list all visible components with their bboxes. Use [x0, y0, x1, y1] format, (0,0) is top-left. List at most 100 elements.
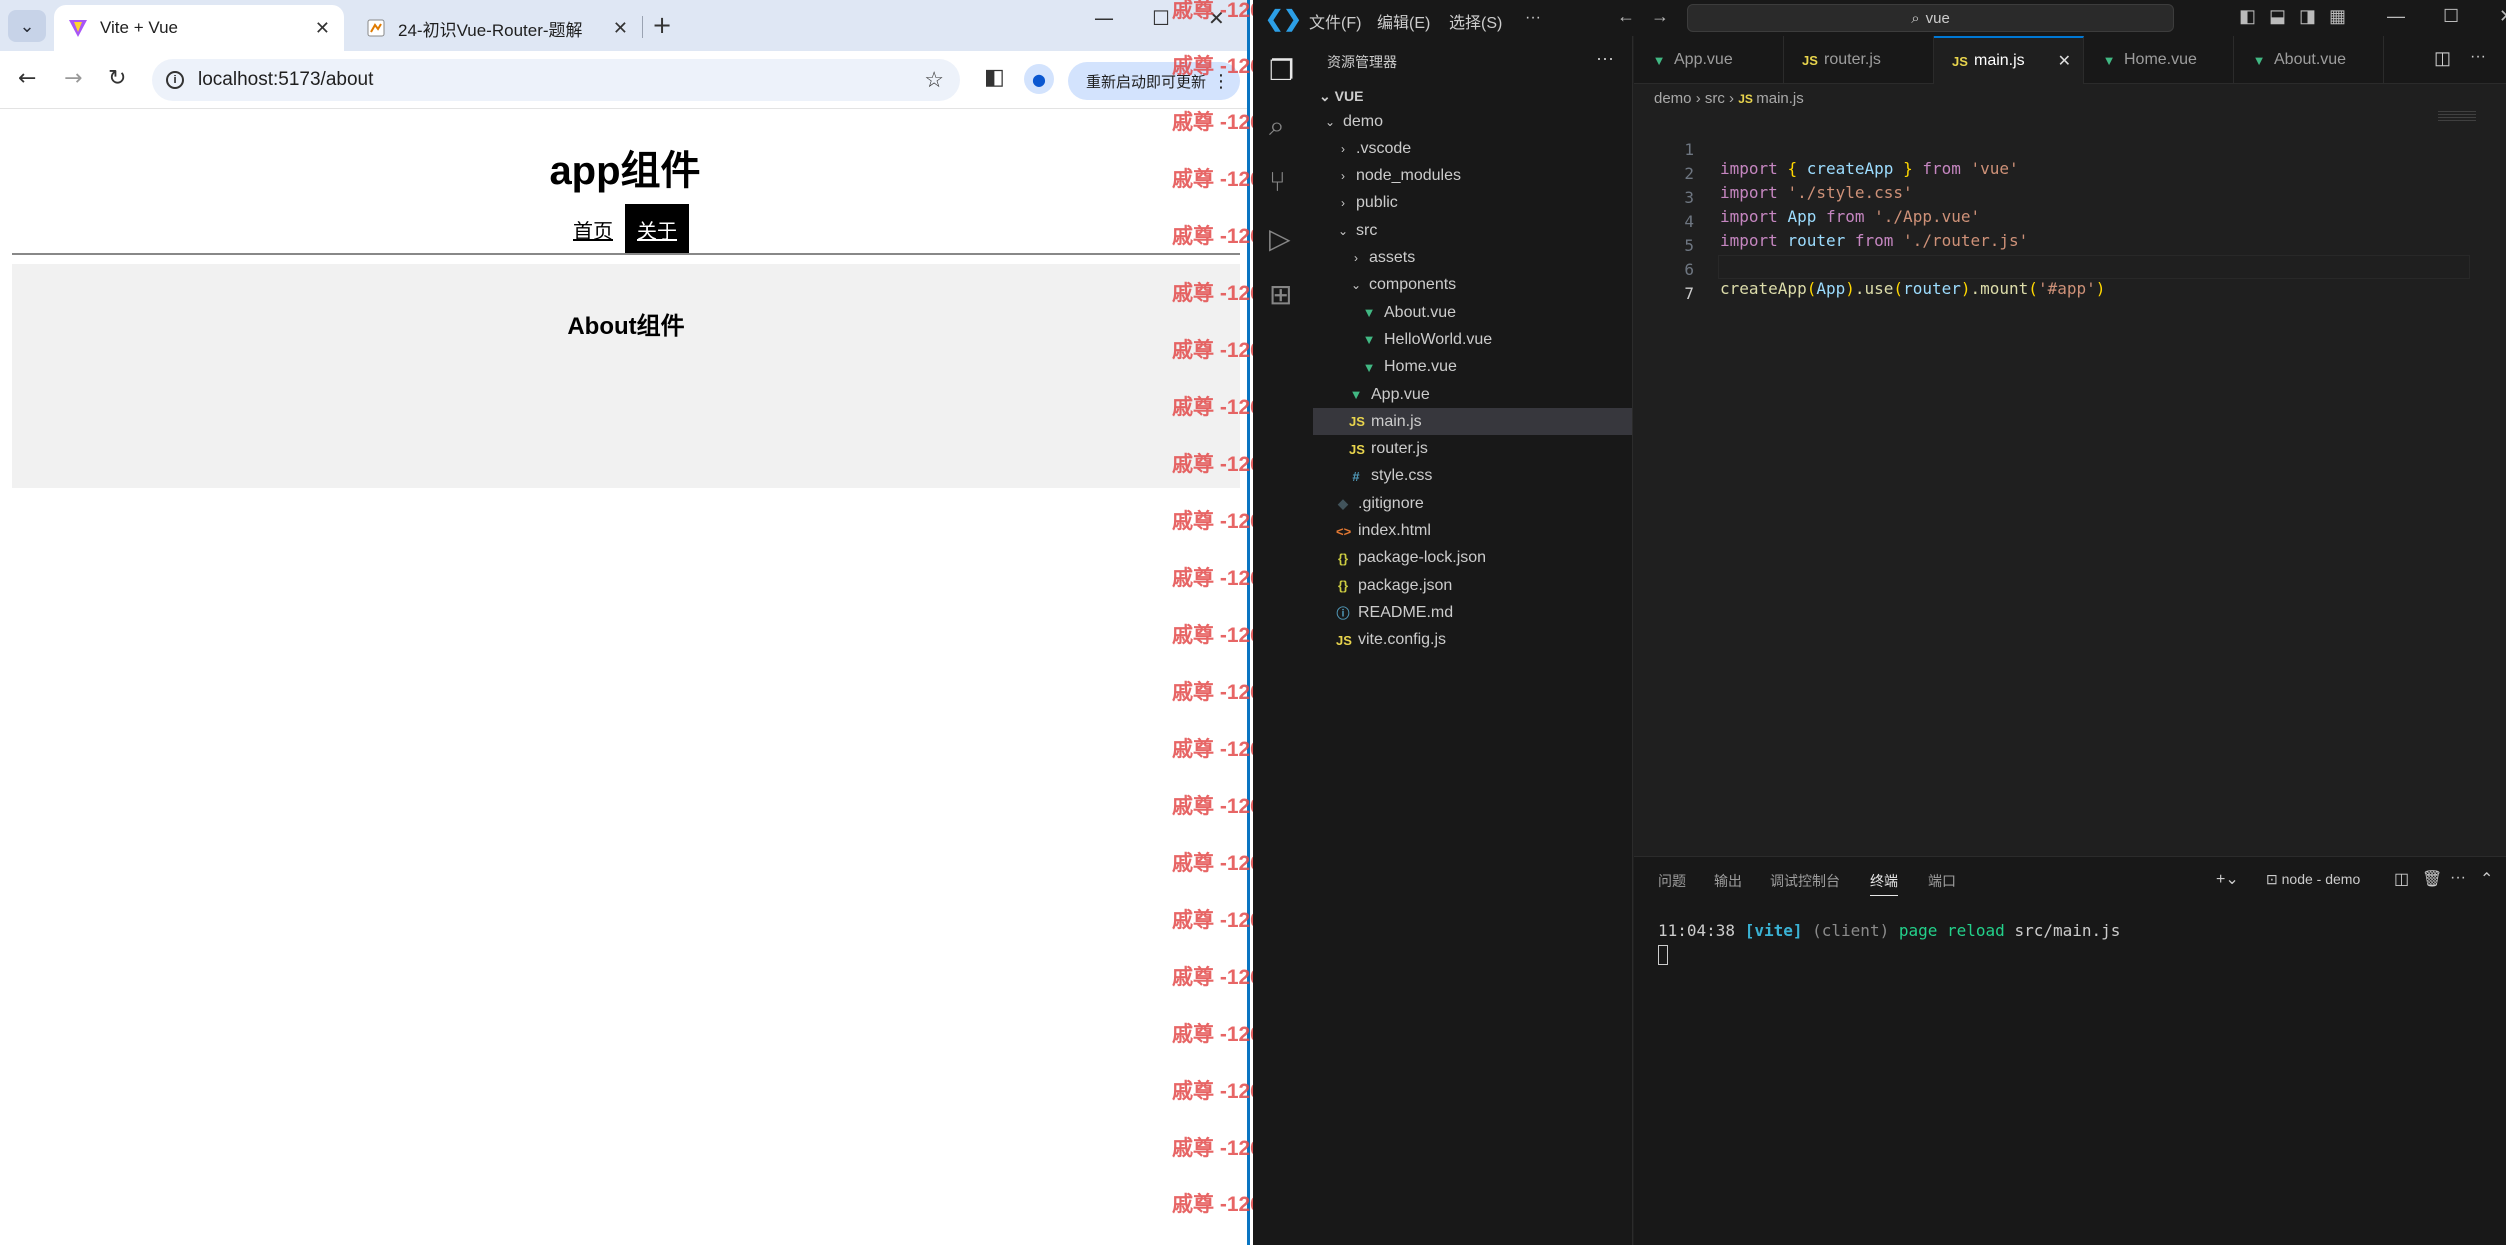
close-tab-icon[interactable]: ✕ [315, 18, 330, 39]
tree-item-public[interactable]: › public [1313, 190, 1632, 217]
tree-item-index-html[interactable]: <> index.html [1313, 518, 1632, 545]
bookmark-star-icon[interactable]: ☆ [924, 67, 944, 93]
side-panel-icon[interactable]: ◧ [984, 65, 1005, 90]
minimize-icon[interactable]: — [1094, 6, 1114, 30]
tree-item-demo[interactable]: ⌄ demo [1313, 108, 1632, 135]
tab-search-button[interactable]: ⌄ [8, 10, 46, 42]
tree-item-app-vue[interactable]: ▼ App.vue [1313, 381, 1632, 408]
url-text: localhost:5173/about [198, 69, 374, 90]
back-icon[interactable]: ← [18, 66, 36, 91]
vue-file-icon: ▼ [1362, 305, 1376, 321]
site-info-icon[interactable]: i [166, 71, 184, 89]
tab-vue-router[interactable]: 24-初识Vue-Router-题解 ✕ [352, 5, 642, 51]
close-tab-icon[interactable]: ✕ [2058, 51, 2071, 71]
maximize-icon[interactable]: ☐ [1152, 6, 1170, 30]
customize-layout-icon[interactable]: ▦ [2329, 6, 2346, 27]
tree-item-vscode[interactable]: › .vscode [1313, 135, 1632, 162]
bottom-panel: 问题 输出 调试控制台 终端 端口 +⌄ ⊡ node - demo ◫ 🗑 ·… [1634, 856, 2506, 1245]
more-actions-icon[interactable]: ··· [1596, 48, 1614, 69]
more-actions-icon[interactable]: ··· [2450, 869, 2466, 887]
vite-icon [69, 20, 87, 37]
menu-edit[interactable]: 编辑(E) [1377, 9, 1430, 33]
panel-tab-terminal[interactable]: 终端 [1870, 871, 1898, 896]
tree-item-src[interactable]: ⌄ src [1313, 217, 1632, 244]
menu-file[interactable]: 文件(F) [1309, 9, 1361, 33]
chevron-right-icon: › [1341, 141, 1345, 156]
run-debug-icon[interactable]: ▷ [1269, 222, 1291, 255]
tree-item-label: About.vue [1384, 303, 1457, 321]
maximize-icon[interactable]: ☐ [2443, 6, 2459, 27]
kill-terminal-icon[interactable]: 🗑 [2422, 869, 2442, 889]
breadcrumb-item[interactable]: src [1705, 90, 1725, 107]
minimize-icon[interactable]: — [2387, 6, 2405, 27]
toggle-sidebar-icon[interactable]: ◧ [2239, 6, 2256, 27]
tree-item-readme-md[interactable]: ⓘ README.md [1313, 599, 1632, 626]
tree-item-gitignore[interactable]: ◆ .gitignore [1313, 490, 1632, 517]
tree-item-main-js[interactable]: JS main.js [1313, 408, 1632, 436]
tree-item-label: package.json [1358, 576, 1453, 594]
tree-item-vite-config-js[interactable]: JS vite.config.js [1313, 627, 1632, 654]
maximize-panel-icon[interactable]: ⌃ [2480, 869, 2493, 889]
menu-selection[interactable]: 选择(S) [1449, 9, 1502, 33]
editor-tab-home-vue[interactable]: ▼ Home.vue [2084, 36, 2234, 84]
breadcrumb-item[interactable]: demo [1654, 90, 1692, 107]
tree-item-router-js[interactable]: JS router.js [1313, 436, 1632, 463]
page-icon [367, 19, 385, 37]
terminal-icon: ⊡ [2266, 871, 2282, 887]
toggle-panel-icon[interactable]: ⬓ [2269, 6, 2286, 27]
explorer-title: 资源管理器 [1327, 54, 1397, 70]
panel-tab-ports[interactable]: 端口 [1928, 871, 1956, 891]
editor-tab-about-vue[interactable]: ▼ About.vue [2234, 36, 2384, 84]
profile-avatar[interactable]: ● [1024, 64, 1054, 94]
terminal-output[interactable]: 11:04:38 [vite] (client) page reload src… [1658, 921, 2120, 940]
nav-link-about[interactable]: 关于 [625, 204, 689, 254]
tree-item-assets[interactable]: › assets [1313, 245, 1632, 272]
toggle-secondary-sidebar-icon[interactable]: ◨ [2299, 6, 2316, 27]
panel-tab-problems[interactable]: 问题 [1658, 871, 1686, 891]
workspace-section[interactable]: ⌄ VUE [1319, 88, 1363, 105]
editor-area: ▼ App.vue JS router.js JS main.js ✕ ▼ Home.vue ▼ A… [1634, 36, 2506, 856]
tab-vite-vue[interactable]: Vite + Vue ✕ [54, 5, 344, 51]
tree-item-label: style.css [1371, 467, 1433, 485]
nav-link-home[interactable]: 首页 [561, 207, 625, 252]
split-editor-icon[interactable]: ◫ [2434, 48, 2451, 69]
terminal-selector[interactable]: ⊡ node - demo [2266, 871, 2360, 888]
address-bar[interactable]: i localhost:5173/about ☆ [152, 59, 960, 101]
more-actions-icon[interactable]: ··· [2470, 48, 2486, 66]
tree-item-style-css[interactable]: # style.css [1313, 463, 1632, 490]
js-file-icon: JS [1336, 632, 1352, 648]
nav-back-icon[interactable]: ← [1617, 6, 1635, 27]
new-tab-button[interactable]: + [652, 11, 672, 39]
activity-bar: ❐ ⌕ ⑂ ▷ ⊞ [1253, 36, 1313, 1245]
close-tab-icon[interactable]: ✕ [613, 18, 628, 39]
editor-tab-main-js[interactable]: JS main.js ✕ [1934, 36, 2084, 84]
explorer-icon[interactable]: ❐ [1269, 54, 1294, 87]
close-window-icon[interactable]: ✕ [2499, 6, 2506, 27]
tree-item-package-json[interactable]: {} package.json [1313, 572, 1632, 599]
editor-tab-router-js[interactable]: JS router.js [1784, 36, 1934, 84]
reload-icon[interactable]: ↻ [108, 66, 126, 91]
divider [12, 253, 1240, 255]
panel-tab-output[interactable]: 输出 [1714, 871, 1742, 891]
tree-item-node-modules[interactable]: › node_modules [1313, 163, 1632, 190]
extensions-icon[interactable]: ⊞ [1269, 278, 1292, 311]
split-terminal-icon[interactable]: ◫ [2394, 869, 2409, 889]
menu-more[interactable]: ··· [1525, 9, 1541, 27]
command-center-search[interactable]: ⌕ vue [1687, 4, 2174, 32]
chevron-right-icon: › [1341, 196, 1345, 211]
source-control-icon[interactable]: ⑂ [1269, 166, 1286, 198]
vue-file-icon: ▼ [1362, 332, 1376, 348]
forward-icon[interactable]: → [64, 66, 82, 91]
tree-item-package-lock-json[interactable]: {} package-lock.json [1313, 545, 1632, 572]
tree-item-helloworld-vue[interactable]: ▼ HelloWorld.vue [1313, 326, 1632, 353]
search-icon[interactable]: ⌕ [1269, 110, 1285, 143]
breadcrumb-item[interactable]: main.js [1756, 90, 1804, 107]
nav-forward-icon[interactable]: → [1651, 6, 1669, 27]
tree-item-home-vue[interactable]: ▼ Home.vue [1313, 354, 1632, 381]
editor-tab-app-vue[interactable]: ▼ App.vue [1634, 36, 1784, 84]
tree-item-about-vue[interactable]: ▼ About.vue [1313, 299, 1632, 326]
panel-tab-debug-console[interactable]: 调试控制台 [1770, 871, 1840, 891]
code-line: 2 import './style.css' [1684, 164, 1913, 202]
new-terminal-icon[interactable]: +⌄ [2216, 869, 2239, 889]
tree-item-components[interactable]: ⌄ components [1313, 272, 1632, 299]
